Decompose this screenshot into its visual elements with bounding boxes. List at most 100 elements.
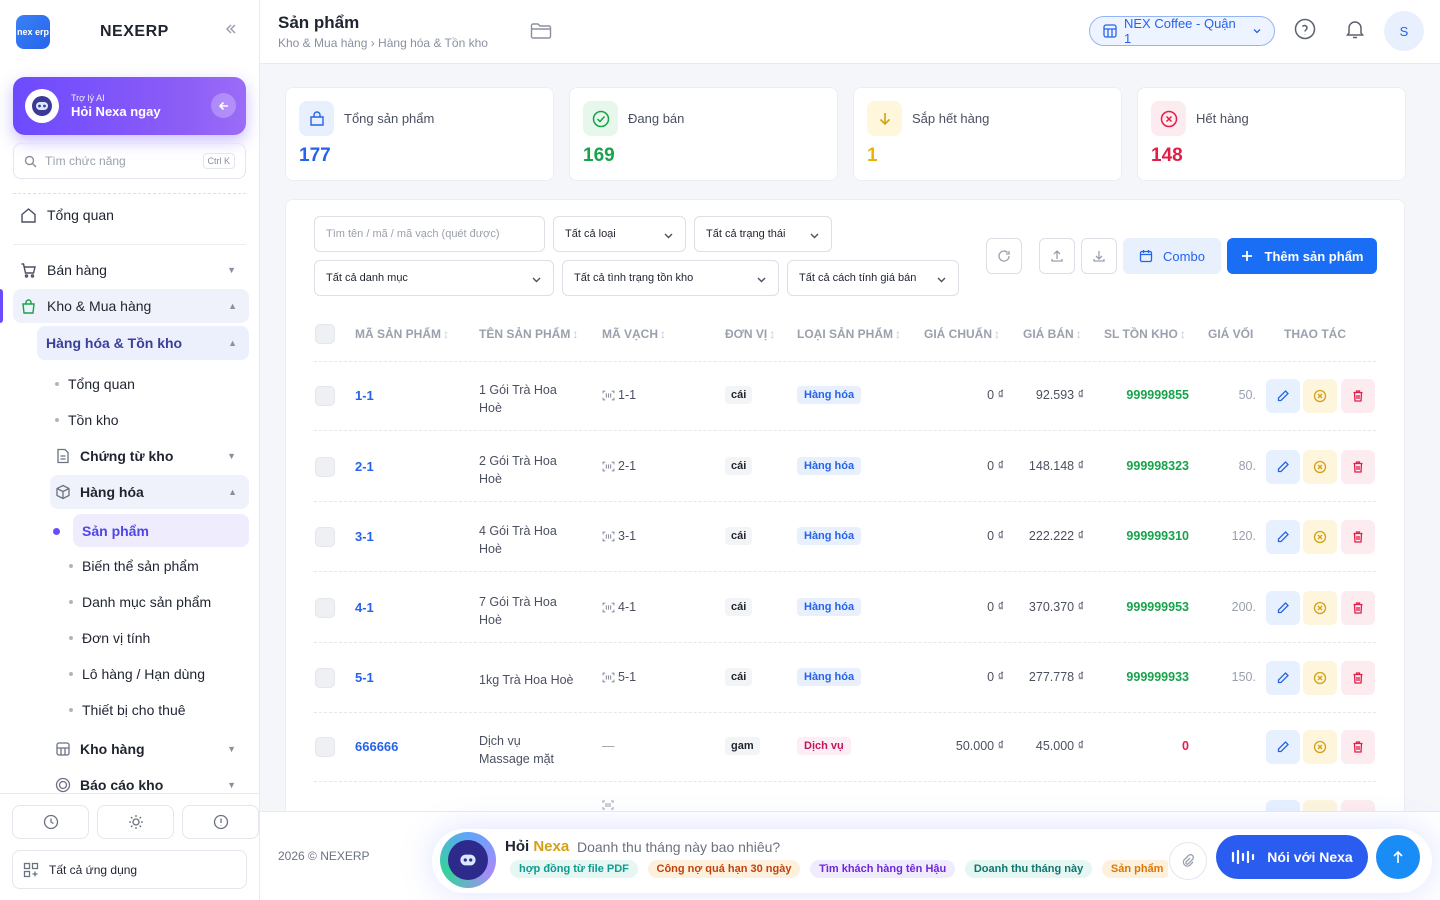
col-name[interactable]: TÊN SẢN PHẨM ↕ (479, 327, 578, 341)
theme-button[interactable] (97, 805, 174, 839)
col-barcode[interactable]: MÃ VẠCH ↕ (602, 327, 666, 341)
table-row[interactable]: 2-1 2 Gói Trà Hoa Hoè 2-1 cái Hàng hóa 0… (286, 432, 1404, 502)
nav-variants[interactable]: Biến thể sản phẩm (69, 549, 249, 583)
nav-products[interactable]: Sản phẩm (73, 514, 249, 547)
bell-icon[interactable] (1344, 18, 1366, 40)
deactivate-button[interactable] (1303, 379, 1337, 413)
delete-button[interactable] (1341, 520, 1375, 554)
edit-button[interactable] (1266, 520, 1300, 554)
delete-button[interactable] (1341, 450, 1375, 484)
nav-stock[interactable]: Tồn kho (55, 403, 245, 437)
unit-badge: cái (725, 386, 753, 404)
status-filter[interactable]: Tất cả trạng thái (694, 216, 832, 252)
delete-button[interactable] (1341, 661, 1375, 695)
table-row[interactable]: 5-1 1kg Trà Hoa Hoè 5-1 cái Hàng hóa 0 ₫… (286, 643, 1404, 713)
logo[interactable]: nex erp (16, 15, 50, 49)
nav-rental[interactable]: Thiết bị cho thuê (69, 693, 249, 727)
deactivate-button[interactable] (1303, 591, 1337, 625)
deactivate-button[interactable] (1303, 520, 1337, 554)
store-selector[interactable]: NEX Coffee - Quận 1 (1089, 16, 1275, 46)
attach-button[interactable] (1169, 842, 1207, 880)
table-row[interactable]: 4-1 7 Gói Trà Hoa Hoè 4-1 cái Hàng hóa 0… (286, 573, 1404, 643)
select-all-checkbox[interactable] (315, 324, 335, 344)
suggestion-chip[interactable]: Tìm khách hàng tên Hậu (810, 860, 956, 878)
edit-button[interactable] (1266, 591, 1300, 625)
deactivate-button[interactable] (1303, 730, 1337, 764)
col-cost[interactable]: GIÁ VỐI (1208, 327, 1256, 341)
function-search[interactable]: Tìm chức năng Ctrl K (13, 143, 246, 179)
col-code[interactable]: MÃ SẢN PHẨM ↕ (355, 327, 449, 341)
deactivate-button[interactable] (1303, 661, 1337, 695)
nav-categories[interactable]: Danh mục sản phẩm (69, 585, 249, 619)
edit-button[interactable] (1266, 379, 1300, 413)
row-checkbox[interactable] (315, 457, 335, 477)
price-method-filter[interactable]: Tất cả cách tính giá bán (787, 260, 959, 296)
product-code[interactable]: 666666 (355, 739, 398, 754)
product-code[interactable]: 1-1 (355, 388, 374, 403)
suggestion-chip[interactable]: Sản phẩm (1101, 860, 1168, 878)
folder-icon[interactable] (530, 22, 552, 40)
col-type[interactable]: LOẠI SẢN PHẨM ↕ (797, 327, 901, 341)
suggestion-chip[interactable]: Doanh thu tháng này (964, 860, 1093, 878)
all-apps-button[interactable]: Tất cả ứng dụng (12, 850, 247, 889)
refresh-button[interactable] (986, 238, 1022, 274)
user-avatar[interactable]: S (1384, 11, 1424, 51)
nav-goods-stock[interactable]: Hàng hóa & Tồn kho ▲ (37, 326, 249, 360)
edit-button[interactable] (1266, 450, 1300, 484)
nexa-input[interactable]: Doanh thu tháng này bao nhiêu? (577, 839, 780, 855)
product-code[interactable]: 4-1 (355, 600, 374, 615)
col-price[interactable]: GIÁ BÁN ↕ (1023, 327, 1082, 341)
stock-status-filter[interactable]: Tất cả tình trạng tồn kho (562, 260, 779, 296)
upload-button[interactable] (1039, 238, 1075, 274)
row-checkbox[interactable] (315, 737, 335, 757)
table-row[interactable]: 666666 Dịch vụ Massage mặt — gam Dịch vụ… (286, 712, 1404, 782)
edit-button[interactable] (1266, 730, 1300, 764)
stat-value: 148 (1151, 145, 1183, 166)
col-unit[interactable]: ĐƠN VỊ ↕ (725, 327, 775, 341)
nav-units[interactable]: Đơn vị tính (69, 621, 249, 655)
help-icon[interactable] (1294, 18, 1316, 40)
row-checkbox[interactable] (315, 527, 335, 547)
nexa-avatar[interactable] (440, 832, 496, 888)
breadcrumb[interactable]: Kho & Mua hàng › Hàng hóa & Tồn kho (278, 36, 488, 50)
collapse-sidebar-icon[interactable] (224, 22, 238, 36)
deactivate-button[interactable] (1303, 450, 1337, 484)
category-filter[interactable]: Tất cả danh mục (314, 260, 554, 296)
add-product-button[interactable]: Thêm sản phẩm (1227, 238, 1377, 274)
history-button[interactable] (12, 805, 89, 839)
combo-button[interactable]: Combo (1123, 238, 1221, 274)
nav-goods[interactable]: Hàng hóa ▲ (50, 475, 249, 509)
ai-assistant-card[interactable]: Trợ lý AI Hỏi Nexa ngay (13, 77, 246, 135)
talk-to-nexa-button[interactable]: Nói với Nexa (1216, 835, 1368, 879)
type-filter[interactable]: Tất cả loại (553, 216, 686, 252)
edit-button[interactable] (1266, 661, 1300, 695)
table-row[interactable]: 1-1 1 Gói Trà Hoa Hoè 1-1 cái Hàng hóa 0… (286, 361, 1404, 431)
delete-button[interactable] (1341, 379, 1375, 413)
row-checkbox[interactable] (315, 598, 335, 618)
suggestion-chip[interactable]: Công nợ quá hạn 30 ngày (647, 860, 801, 878)
nav-warehouse[interactable]: Kho hàng ▼ (55, 732, 248, 766)
nav-inventory[interactable]: Kho & Mua hàng ▲ (13, 289, 249, 323)
nav-sales[interactable]: Bán hàng ▼ (20, 253, 248, 287)
col-stock[interactable]: SL TỒN KHO ↕ (1104, 327, 1186, 341)
table-row[interactable]: 3-1 4 Gói Trà Hoa Hoè 3-1 cái Hàng hóa 0… (286, 502, 1404, 572)
nav-overview[interactable]: Tổng quan (20, 198, 248, 232)
row-checkbox[interactable] (315, 668, 335, 688)
delete-button[interactable] (1341, 730, 1375, 764)
alert-button[interactable] (182, 805, 259, 839)
send-button[interactable] (1376, 835, 1420, 879)
product-search-input[interactable]: Tìm tên / mã / mã vạch (quét được) (314, 216, 545, 252)
product-code[interactable]: 5-1 (355, 670, 374, 685)
suggestion-chip[interactable]: hợp đồng từ file PDF (510, 860, 638, 878)
product-code[interactable]: 2-1 (355, 459, 374, 474)
download-button[interactable] (1081, 238, 1117, 274)
delete-button[interactable] (1341, 591, 1375, 625)
product-code[interactable]: 3-1 (355, 529, 374, 544)
col-std-price[interactable]: GIÁ CHUẨN ↕ (924, 327, 1000, 341)
nav-lots[interactable]: Lô hàng / Hạn dùng (69, 657, 249, 691)
barcode-icon (602, 602, 615, 613)
row-checkbox[interactable] (315, 386, 335, 406)
nav-vouchers[interactable]: Chứng từ kho ▼ (55, 439, 248, 473)
arrow-left-icon[interactable] (211, 93, 236, 118)
nav-sub-overview[interactable]: Tổng quan (55, 367, 245, 401)
